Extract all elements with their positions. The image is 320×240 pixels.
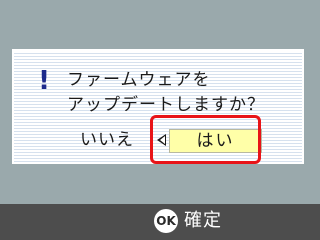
camera-screen: ! ファームウェアを アップデートしますか？ いいえ はい — [0, 0, 320, 204]
dialog-message: ファームウェアを アップデートしますか？ — [67, 68, 299, 118]
message-line-1: ファームウェアを — [67, 70, 211, 90]
ok-button-icon: OK — [154, 209, 178, 233]
confirm-label: 確定 — [184, 210, 222, 231]
no-button[interactable]: いいえ — [69, 128, 145, 152]
selection-highlight — [150, 115, 261, 164]
exclamation-icon: ! — [38, 66, 50, 96]
